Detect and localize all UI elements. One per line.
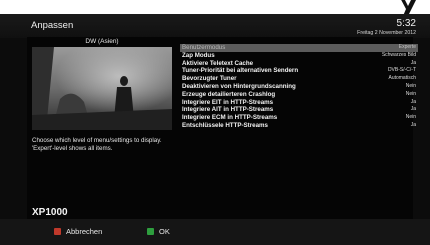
ok-label: OK [159, 226, 170, 236]
menu-item-label: Entschlüssele HTTP-Streams [182, 121, 268, 129]
menu-item-value: Nein [405, 82, 416, 89]
menu-item-label: Integriere EIT in HTTP-Streams [182, 98, 274, 106]
menu-item-label: Aktiviere Teletext Cache [182, 59, 254, 67]
menu-item-background-scanning[interactable]: Deaktivieren von Hintergrundscanning Nei… [180, 83, 418, 91]
clock-time: 5:32 [396, 18, 416, 29]
menu-item-label: Integriere AIT in HTTP-Streams [182, 106, 274, 114]
menu-item-value: Ja [410, 106, 416, 113]
menu-item-benutzermodus[interactable]: Benutzermodus Experte [180, 44, 418, 52]
menu-item-value: Schwarzes Bild [381, 51, 416, 58]
menu-item-label: Integriere ECM in HTTP-Streams [182, 114, 278, 122]
menu-item-value: Experte [398, 44, 416, 50]
menu-item-value: DVB-S/-C/-T [387, 67, 416, 74]
menu-item-value: Nein [405, 114, 416, 121]
menu-item-eit-http[interactable]: Integriere EIT in HTTP-Streams Ja [180, 99, 418, 107]
menu-item-label: Erzeuge detailierteren Crashlog [182, 90, 276, 98]
preview-channel-name: DW (Asien) [85, 38, 119, 45]
menu-item-value: Nein [405, 90, 416, 97]
menu-item-crashlog[interactable]: Erzeuge detailierteren Crashlog Nein [180, 91, 418, 99]
receiver-model: XP1000 [32, 207, 68, 218]
cancel-label: Abbrechen [66, 226, 103, 236]
menu-item-ait-http[interactable]: Integriere AIT in HTTP-Streams Ja [180, 106, 418, 114]
menu-item-value: Ja [410, 121, 416, 128]
help-text: Choose which level of menu/settings to d… [32, 137, 162, 152]
menu-item-decrypt-http[interactable]: Entschlüssele HTTP-Streams Ja [180, 122, 418, 130]
preview-image [32, 47, 172, 130]
menu-item-value: Ja [410, 98, 416, 105]
menu-item-teletext-cache[interactable]: Aktiviere Teletext Cache Ja [180, 60, 418, 68]
menu-item-preferred-tuner[interactable]: Bevorzugter Tuner Automatisch [180, 75, 418, 83]
ok-button[interactable]: OK [147, 226, 170, 236]
clock-date: Freitag 2 November 2012 [357, 30, 416, 36]
menu-item-label: Zap Modus [182, 51, 215, 59]
red-key-icon [54, 227, 61, 235]
menu-item-zap-modus[interactable]: Zap Modus Schwarzes Bild [180, 52, 418, 60]
menu-item-value: Automatisch [388, 75, 416, 82]
menu-item-value: Ja [410, 59, 416, 66]
cancel-button[interactable]: Abbrechen [54, 226, 102, 236]
menu-item-label: Deaktivieren von Hintergrundscanning [182, 82, 296, 90]
menu-item-label: Bevorzugter Tuner [182, 75, 237, 83]
menu-item-label: Benutzermodus [182, 44, 226, 51]
menu-item-label: Tuner-Priorität bei alternativen Sendern [182, 67, 299, 75]
menu-item-ecm-http[interactable]: Integriere ECM in HTTP-Streams Nein [180, 114, 418, 122]
menu-item-tuner-priority[interactable]: Tuner-Priorität bei alternativen Sendern… [180, 67, 418, 75]
settings-menu: Benutzermodus Experte Zap Modus Schwarze… [180, 44, 418, 130]
page-title: Anpassen [31, 20, 74, 31]
green-key-icon [147, 227, 154, 235]
tv-preview [32, 47, 172, 130]
